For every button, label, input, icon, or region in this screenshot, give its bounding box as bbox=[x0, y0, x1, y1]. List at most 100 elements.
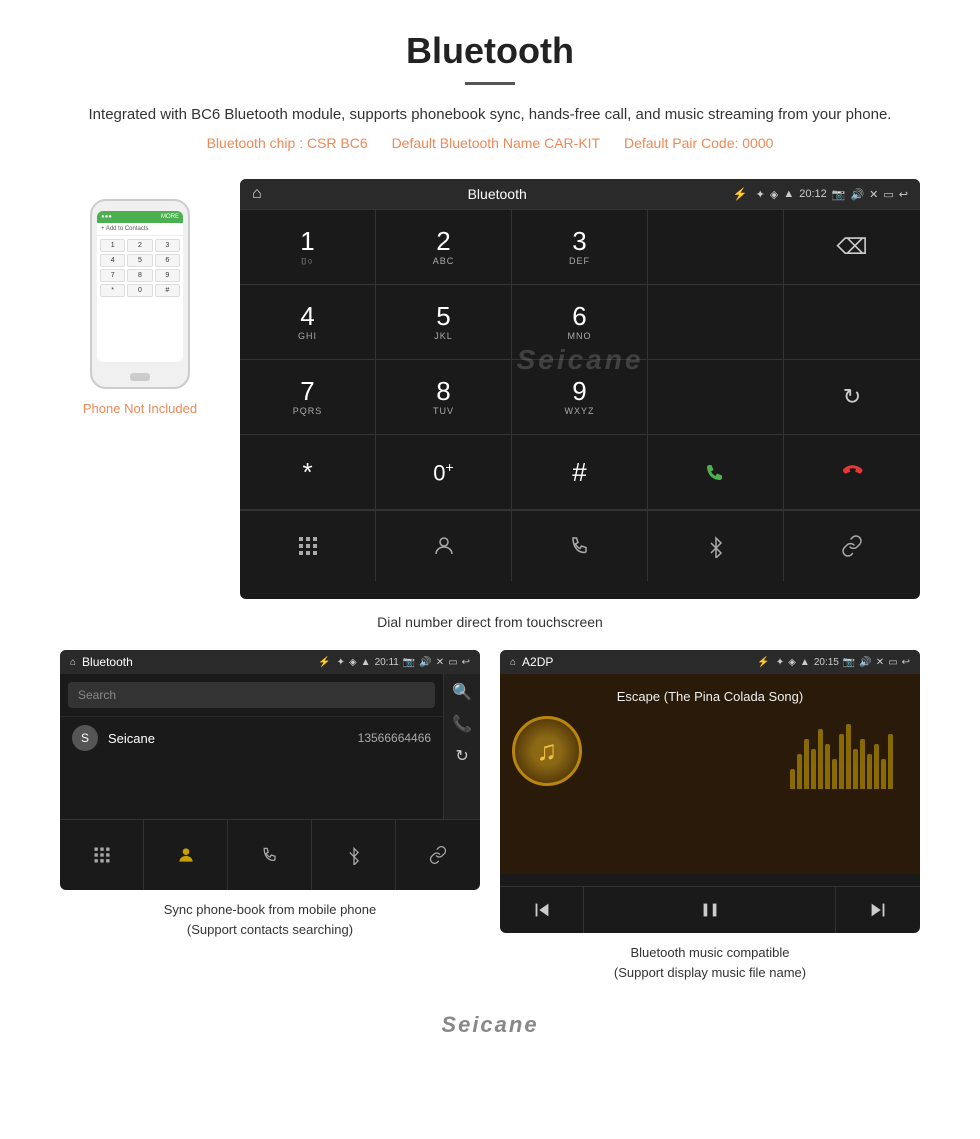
music-content-area: Escape (The Pina Colada Song) ♫ bbox=[500, 674, 920, 874]
next-icon bbox=[867, 899, 889, 921]
pb-bluetooth-icon bbox=[344, 845, 364, 865]
action-grid[interactable] bbox=[240, 511, 376, 581]
back-icon[interactable]: ↩ bbox=[899, 188, 908, 201]
music-usb-icon: ⚡ bbox=[757, 657, 769, 668]
search-placeholder: Search bbox=[78, 688, 116, 702]
signal-icon: ▲ bbox=[783, 188, 794, 200]
status-icons: ✦ ◈ ▲ 20:12 📷 🔊 ✕ ▭ ↩ bbox=[756, 188, 908, 201]
phonebook-caption: Sync phone-book from mobile phone (Suppo… bbox=[164, 900, 376, 939]
phone-icon bbox=[568, 534, 592, 558]
pb-search-icon[interactable]: 🔍 bbox=[452, 682, 472, 702]
key-empty-2 bbox=[648, 285, 784, 360]
pb-phone-action-icon bbox=[260, 845, 280, 865]
music-status-icons: ✦ ◈ ▲ 20:15 📷 🔊 ✕ ▭ ↩ bbox=[776, 657, 910, 668]
page-header: Bluetooth Integrated with BC6 Bluetooth … bbox=[0, 0, 980, 161]
music-card: ⌂ A2DP ⚡ ✦ ◈ ▲ 20:15 📷 🔊 ✕ ▭ ↩ Escape (T… bbox=[500, 650, 920, 982]
dial-caption: Dial number direct from touchscreen bbox=[0, 604, 980, 650]
pb-home-icon[interactable]: ⌂ bbox=[70, 657, 76, 668]
key-empty-3 bbox=[784, 285, 920, 360]
window-icon[interactable]: ▭ bbox=[883, 188, 893, 201]
key-0[interactable]: 0+ bbox=[376, 435, 512, 510]
key-7[interactable]: 7PQRS bbox=[240, 360, 376, 435]
phone-image: ●●● MORE + Add to Contacts 1 2 3 4 5 6 7… bbox=[90, 199, 190, 389]
call-end-icon bbox=[837, 457, 867, 487]
music-home-icon[interactable]: ⌂ bbox=[510, 657, 516, 668]
pb-status-icons: ✦ ◈ ▲ 20:11 📷 🔊 ✕ ▭ ↩ bbox=[337, 657, 470, 668]
pb-action-bluetooth[interactable] bbox=[312, 820, 396, 890]
contact-avatar: S bbox=[72, 725, 98, 751]
action-link[interactable] bbox=[784, 511, 920, 581]
pb-action-bar bbox=[60, 819, 480, 890]
dial-keypad: 1⌷○ 2ABC 3DEF ⌫ 4GHI 5JKL 6MNO 7PQRS 8TU… bbox=[240, 209, 920, 510]
pb-action-phone[interactable] bbox=[228, 820, 312, 890]
key-empty-1 bbox=[648, 210, 784, 285]
phone-screen: ●●● MORE + Add to Contacts 1 2 3 4 5 6 7… bbox=[97, 211, 183, 362]
phone-home-button bbox=[130, 373, 150, 381]
music-title: A2DP bbox=[522, 655, 751, 669]
pb-spacer bbox=[60, 759, 443, 819]
music-controls-bar bbox=[500, 886, 920, 933]
home-icon[interactable]: ⌂ bbox=[252, 185, 262, 203]
key-3[interactable]: 3DEF bbox=[512, 210, 648, 285]
key-call-end[interactable] bbox=[784, 435, 920, 510]
footer-brand: Seicane bbox=[441, 1012, 538, 1037]
pb-action-user[interactable] bbox=[144, 820, 228, 890]
pb-action-link[interactable] bbox=[396, 820, 480, 890]
dial-status-bar: ⌂ Bluetooth ⚡ ✦ ◈ ▲ 20:12 📷 🔊 ✕ ▭ ↩ bbox=[240, 179, 920, 209]
key-star[interactable]: * bbox=[240, 435, 376, 510]
key-call-accept[interactable] bbox=[648, 435, 784, 510]
viz-bar bbox=[790, 769, 795, 789]
action-contacts[interactable] bbox=[376, 511, 512, 581]
pb-time: 20:11 bbox=[375, 657, 399, 668]
key-5[interactable]: 5JKL bbox=[376, 285, 512, 360]
play-pause-icon bbox=[699, 899, 721, 921]
user-icon bbox=[176, 845, 196, 865]
key-6[interactable]: 6MNO bbox=[512, 285, 648, 360]
location-icon: ◈ bbox=[770, 188, 778, 201]
volume-icon: 🔊 bbox=[850, 188, 864, 201]
key-2[interactable]: 2ABC bbox=[376, 210, 512, 285]
action-bluetooth[interactable] bbox=[648, 511, 784, 581]
dial-action-bar bbox=[240, 510, 920, 581]
phone-screen-contact: + Add to Contacts bbox=[97, 223, 183, 236]
key-hash[interactable]: # bbox=[512, 435, 648, 510]
pb-phone-icon[interactable]: 📞 bbox=[452, 714, 472, 734]
close-icon[interactable]: ✕ bbox=[869, 188, 878, 201]
grid-icon bbox=[296, 534, 320, 558]
music-prev[interactable] bbox=[500, 887, 584, 933]
key-refresh[interactable]: ↻ bbox=[784, 360, 920, 435]
music-next[interactable] bbox=[836, 887, 920, 933]
contacts-icon bbox=[432, 534, 456, 558]
phone-sidebar: ●●● MORE + Add to Contacts 1 2 3 4 5 6 7… bbox=[60, 179, 220, 416]
phonebook-card: ⌂ Bluetooth ⚡ ✦ ◈ ▲ 20:11 📷 🔊 ✕ ▭ ↩ bbox=[60, 650, 480, 982]
bluetooth-icon bbox=[704, 534, 728, 558]
key-1[interactable]: 1⌷○ bbox=[240, 210, 376, 285]
usb-icon: ⚡ bbox=[733, 187, 748, 201]
phonebook-contact-row[interactable]: S Seicane 13566664466 bbox=[60, 716, 443, 759]
music-album-art: ♫ bbox=[512, 716, 582, 786]
key-9[interactable]: 9WXYZ bbox=[512, 360, 648, 435]
page-title: Bluetooth bbox=[60, 30, 920, 72]
pb-title: Bluetooth bbox=[82, 655, 312, 669]
music-caption: Bluetooth music compatible (Support disp… bbox=[614, 943, 806, 982]
key-4[interactable]: 4GHI bbox=[240, 285, 376, 360]
link-icon bbox=[840, 534, 864, 558]
footer-watermark: Seicane bbox=[0, 1002, 980, 1058]
pb-link-icon bbox=[428, 845, 448, 865]
key-backspace[interactable]: ⌫ bbox=[784, 210, 920, 285]
prev-icon bbox=[531, 899, 553, 921]
music-play-pause[interactable] bbox=[584, 887, 836, 933]
phonebook-search-bar[interactable]: Search bbox=[68, 682, 435, 708]
phonebook-screen: ⌂ Bluetooth ⚡ ✦ ◈ ▲ 20:11 📷 🔊 ✕ ▭ ↩ bbox=[60, 650, 480, 890]
spec-bt-name: Default Bluetooth Name CAR-KIT bbox=[392, 135, 601, 151]
contact-name: Seicane bbox=[108, 731, 155, 746]
pb-refresh-icon[interactable]: ↻ bbox=[455, 746, 468, 766]
pb-action-grid[interactable] bbox=[60, 820, 144, 890]
phone-not-included-label: Phone Not Included bbox=[83, 401, 197, 416]
action-phone[interactable] bbox=[512, 511, 648, 581]
bluetooth-status-icon: ✦ bbox=[756, 188, 765, 201]
music-screen: ⌂ A2DP ⚡ ✦ ◈ ▲ 20:15 📷 🔊 ✕ ▭ ↩ Escape (T… bbox=[500, 650, 920, 933]
pb-usb-icon: ⚡ bbox=[318, 657, 330, 668]
key-8[interactable]: 8TUV bbox=[376, 360, 512, 435]
spec-bluetooth-chip: Bluetooth chip : CSR BC6 bbox=[207, 135, 368, 151]
